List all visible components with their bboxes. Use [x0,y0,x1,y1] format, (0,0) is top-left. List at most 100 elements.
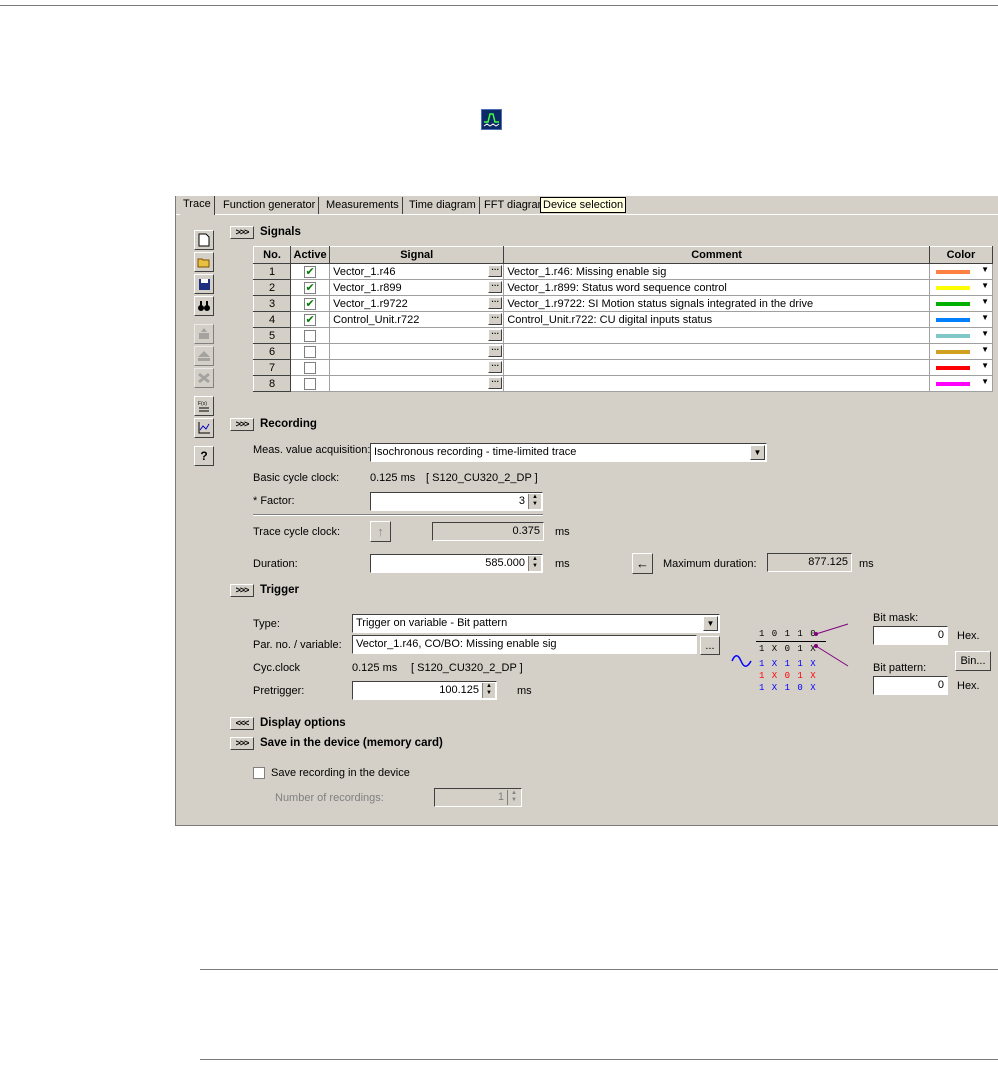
active-checkbox[interactable]: ✔ [304,281,317,294]
spin-arrows-icon[interactable]: ▲ ▼ [528,556,541,571]
chevron-down-icon: ▼ [981,313,989,322]
save-recording-checkbox[interactable] [253,767,265,779]
display-options-expander[interactable]: <<< [230,716,254,730]
signal-browse-button[interactable]: ··· [488,265,503,277]
chart-icon[interactable] [194,418,214,438]
signal-comment: Control_Unit.r722: CU digital inputs sta… [503,311,930,328]
cyc-label: Cyc.clock [253,662,301,674]
help-icon[interactable]: ? [194,446,214,466]
delete-icon[interactable] [194,368,214,388]
color-select[interactable]: ▼ [928,311,994,328]
factor-label: * Factor: [253,495,295,507]
bin-button[interactable]: Bin... [955,651,991,671]
active-checkbox[interactable]: ✔ [304,265,317,278]
bitmask-unit: Hex. [957,630,980,642]
signal-browse-button[interactable]: ··· [488,313,503,325]
trigger-type-select[interactable]: Trigger on variable - Bit pattern ▼ [352,614,720,633]
binoculars-icon[interactable] [194,296,214,316]
trigger-header: >>> Trigger [230,582,299,598]
signal-browse-button[interactable]: ··· [488,377,503,389]
color-select[interactable]: ▼ [928,263,994,280]
signal-name[interactable]: Vector_1.r9722 [333,298,408,310]
active-checkbox[interactable] [304,345,317,358]
signal-browse-button[interactable]: ··· [488,281,503,293]
save-device-expander[interactable]: >>> [230,736,254,750]
signal-browse-button[interactable]: ··· [488,361,503,373]
save-disk-icon[interactable] [194,274,214,294]
spin-arrows-icon[interactable]: ▲ ▼ [528,494,541,509]
basic-cycle-value: 0.125 ms [370,472,416,484]
max-duration-label: Maximum duration: [663,558,757,570]
signals-expander[interactable]: >>> [230,225,254,239]
signal-name[interactable]: Control_Unit.r722 [333,314,419,326]
formula-icon[interactable]: F(x) [194,396,214,416]
signal-browse-button[interactable]: ··· [488,297,503,309]
par-input[interactable]: Vector_1.r46, CO/BO: Missing enable sig [352,635,697,654]
tab-trace[interactable]: Trace [180,196,215,215]
upload-icon[interactable] [194,324,214,344]
row-no: 2 [252,279,292,296]
color-select[interactable]: ▼ [928,343,994,360]
tab-function-generator[interactable]: Function generator [220,197,320,214]
tab-measurements[interactable]: Measurements [323,197,403,214]
signal-browse-button[interactable]: ··· [488,329,503,341]
active-checkbox[interactable]: ✔ [304,313,317,326]
bits-line-4: 1 X 0 1 X [759,671,817,681]
bitmask-label: Bit mask: [873,612,919,624]
recording-expander[interactable]: >>> [230,417,254,431]
tab-time-diagram[interactable]: Time diagram [406,197,480,214]
bottom-rule [200,1059,998,1060]
acq-select[interactable]: Isochronous recording - time-limited tra… [370,443,767,462]
color-select[interactable]: ▼ [928,375,994,392]
signal-name[interactable]: Vector_1.r899 [333,282,402,294]
trigger-expander[interactable]: >>> [230,583,254,597]
col-no: No. [252,246,292,264]
acq-value: Isochronous recording - time-limited tra… [374,446,577,458]
table-row: 6 ··· ▼ [252,343,994,360]
active-checkbox[interactable] [304,329,317,342]
table-row: 1 ✔ Vector_1.r46 ··· Vector_1.r46: Missin… [252,263,994,280]
factor-stepper[interactable]: 3 ▲ ▼ [370,492,543,511]
bits-connector-lines [814,623,849,667]
bitmask-input[interactable]: 0 [873,626,948,645]
row-no: 4 [252,311,292,328]
pretrigger-value: 100.125 [439,684,479,696]
color-select[interactable]: ▼ [928,295,994,312]
spin-arrows-icon[interactable]: ▲ ▼ [482,683,495,698]
arrow-left-icon[interactable]: ← [632,553,653,574]
eject-icon[interactable] [194,346,214,366]
signal-name[interactable]: Vector_1.r46 [333,266,395,278]
trigger-title: Trigger [260,584,299,596]
open-folder-icon[interactable] [194,252,214,272]
duration-label: Duration: [253,558,298,570]
par-browse-button[interactable]: ... [700,636,720,655]
top-rule [0,5,998,6]
color-select[interactable]: ▼ [928,327,994,344]
chevron-down-icon: ▼ [981,361,989,370]
table-row: 3 ✔ Vector_1.r9722 ··· Vector_1.r9722: SI… [252,295,994,312]
table-row: 2 ✔ Vector_1.r899 ··· Vector_1.r899: Stat… [252,279,994,296]
active-checkbox[interactable] [304,361,317,374]
active-checkbox[interactable]: ✔ [304,297,317,310]
row-no: 1 [252,263,292,280]
new-file-icon[interactable] [194,230,214,250]
num-recordings-stepper[interactable]: 1 ▲ ▼ [434,788,522,807]
arrow-up-icon[interactable]: ↑ [370,521,391,542]
max-duration-unit: ms [859,558,874,570]
spin-arrows-icon[interactable]: ▲ ▼ [507,790,520,805]
trace-icon[interactable] [481,109,502,130]
duration-unit: ms [555,558,570,570]
color-select[interactable]: ▼ [928,279,994,296]
tab-bar: Trace Function generator Measurements Ti… [176,196,998,215]
duration-value: 585.000 [485,557,525,569]
color-select[interactable]: ▼ [928,359,994,376]
duration-stepper[interactable]: 585.000 ▲ ▼ [370,554,543,573]
tab-fft-diagram[interactable]: FFT diagram [481,197,543,214]
save-device-title: Save in the device (memory card) [260,737,443,749]
mid-rule [200,969,998,970]
active-checkbox[interactable] [304,377,317,390]
pretrigger-stepper[interactable]: 100.125 ▲ ▼ [352,681,497,700]
signal-browse-button[interactable]: ··· [488,345,503,357]
basic-cycle-device: [ S120_CU320_2_DP ] [426,472,538,484]
bitpattern-input[interactable]: 0 [873,676,948,695]
